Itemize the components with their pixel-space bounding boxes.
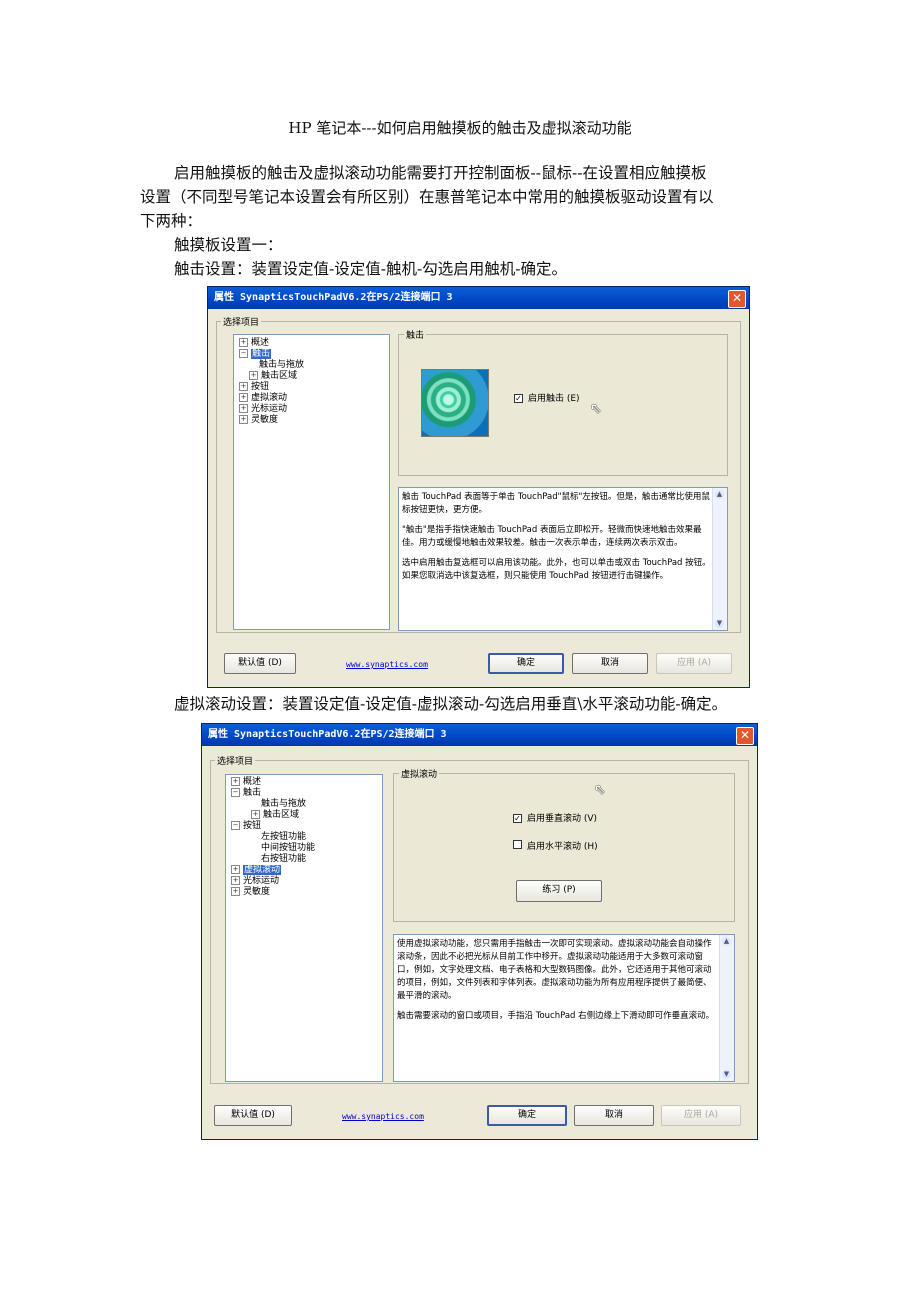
description-scrollbar[interactable]: ▲ ▼ — [712, 488, 727, 630]
ok-button[interactable]: 确定 — [488, 653, 564, 674]
tree-item-right-button[interactable]: 右按钮功能 — [261, 854, 306, 865]
expand-icon[interactable]: + — [251, 810, 260, 819]
collapse-icon[interactable]: − — [239, 349, 248, 358]
expand-icon[interactable]: + — [239, 338, 248, 347]
tree-item-middle-button[interactable]: 中间按钮功能 — [261, 843, 315, 854]
collapse-icon[interactable]: − — [231, 821, 240, 830]
document-title: HP 笔记本---如何启用触摸板的触击及虚拟滚动功能 — [288, 119, 632, 137]
synaptics-link[interactable]: www.synaptics.com — [342, 1112, 424, 1121]
expand-icon[interactable]: + — [231, 777, 240, 786]
intro-line-2: 设置（不同型号笔记本设置会有所区别）在惠普笔记本中常用的触摸板驱动设置有以 — [140, 188, 714, 206]
tap-setting-text: 触击设置：装置设定值-设定值-触机-勾选启用触机-确定。 — [174, 260, 567, 278]
tree-item-virtual-scroll[interactable]: + 虚拟滚动 — [231, 865, 282, 876]
mouse-cursor-icon: ⇖ — [594, 782, 606, 798]
desc-paragraph: "触击"是指手指快速触击 TouchPad 表面后立即松开。轻微而快速地触击效果… — [402, 525, 702, 548]
select-items-label: 选择项目 — [221, 315, 262, 328]
practice-button[interactable]: 练习 (P) — [516, 880, 602, 902]
scroll-down-icon[interactable]: ▼ — [722, 1070, 731, 1079]
tree-item-tap-zone[interactable]: + 触击区域 — [251, 810, 299, 821]
tree-item-buttons[interactable]: − 按钮 — [231, 821, 261, 832]
tree-item-tap[interactable]: − 触击 — [231, 788, 261, 799]
intro-line-3: 下两种： — [140, 212, 203, 230]
desc-paragraph: 使用虚拟滚动功能，您只需用手指触击一次即可实现滚动。虚拟滚动功能会自动操作滚动条… — [397, 939, 712, 1001]
scroll-down-icon[interactable]: ▼ — [715, 619, 724, 628]
touchpad-dialog-tap: 属性 SynapticsTouchPadV6.2在PS/2连接端口 3 ✕ 选择… — [207, 286, 750, 688]
cancel-button[interactable]: 取消 — [574, 1105, 654, 1126]
scroll-setting-text: 虚拟滚动设置：装置设定值-设定值-虚拟滚动-勾选启用垂直\水平滚动功能-确定。 — [174, 695, 728, 713]
default-button[interactable]: 默认值 (D) — [214, 1105, 292, 1126]
tree-item-tap-drag[interactable]: 触击与拖放 — [261, 799, 306, 810]
scroll-up-icon[interactable]: ▲ — [722, 937, 731, 946]
intro-line-1: 启用触摸板的触击及虚拟滚动功能需要打开控制面板--鼠标--在设置相应触摸板 — [174, 164, 707, 182]
enable-horizontal-scroll-checkbox[interactable]: 启用水平滚动 (H) — [513, 839, 598, 852]
enable-tap-checkbox[interactable]: ✓ 启用触击 (E) — [514, 391, 580, 404]
tree-item-pointer-motion[interactable]: + 光标运动 — [239, 404, 287, 415]
checkbox-check-icon[interactable]: ✓ — [513, 814, 522, 823]
desc-paragraph: 选中启用触击复选框可以启用该功能。此外，也可以单击或双击 TouchPad 按钮… — [402, 558, 711, 581]
setting-one-heading: 触摸板设置一： — [174, 236, 283, 254]
mouse-cursor-icon: ⇖ — [590, 401, 602, 417]
dialog-titlebar: 属性 SynapticsTouchPadV6.2在PS/2连接端口 3 — [208, 287, 749, 309]
tree-item-overview[interactable]: + 概述 — [231, 777, 261, 788]
intro-paragraph: 启用触摸板的触击及虚拟滚动功能需要打开控制面板--鼠标--在设置相应触摸板 设置… — [140, 161, 830, 233]
enable-vertical-scroll-checkbox[interactable]: ✓ 启用垂直滚动 (V) — [513, 811, 597, 824]
apply-button[interactable]: 应用 (A) — [656, 653, 732, 674]
expand-icon[interactable]: + — [239, 404, 248, 413]
tree-item-sensitivity[interactable]: + 灵敏度 — [239, 415, 278, 426]
cancel-button[interactable]: 取消 — [572, 653, 648, 674]
desc-paragraph: 触击 TouchPad 表面等于单击 TouchPad"鼠标"左按钮。但是，触击… — [402, 492, 710, 515]
tap-panel-title: 触击 — [404, 328, 427, 341]
settings-tree[interactable]: + 概述 − 触击 触击与拖放 + 触击区域 + 按钮 + 虚拟滚动 + 光标运动 + 灵敏度 — [233, 334, 390, 630]
expand-icon[interactable]: + — [239, 382, 248, 391]
close-icon[interactable]: ✕ — [736, 727, 754, 745]
tree-item-tap-drag[interactable]: 触击与拖放 — [259, 360, 304, 371]
scroll-panel-title: 虚拟滚动 — [399, 767, 440, 780]
synaptics-link[interactable]: www.synaptics.com — [346, 660, 428, 669]
expand-icon[interactable]: + — [231, 887, 240, 896]
expand-icon[interactable]: + — [249, 371, 258, 380]
tree-item-tap[interactable]: − 触击 — [239, 349, 272, 360]
ok-button[interactable]: 确定 — [487, 1105, 567, 1126]
expand-icon[interactable]: + — [239, 415, 248, 424]
default-button[interactable]: 默认值 (D) — [224, 653, 296, 674]
tree-item-overview[interactable]: + 概述 — [239, 338, 269, 349]
tree-item-tap-zone[interactable]: + 触击区域 — [249, 371, 297, 382]
collapse-icon[interactable]: − — [231, 788, 240, 797]
expand-icon[interactable]: + — [239, 393, 248, 402]
expand-icon[interactable]: + — [231, 876, 240, 885]
description-scrollbar[interactable]: ▲ ▼ — [719, 935, 734, 1081]
tree-item-buttons[interactable]: + 按钮 — [239, 382, 269, 393]
tree-item-left-button[interactable]: 左按钮功能 — [261, 832, 306, 843]
settings-tree[interactable]: + 概述 − 触击 触击与拖放 + 触击区域 − 按钮 左按钮功能 中间按钮功能 右按钮… — [225, 774, 383, 1082]
touchpad-image — [421, 369, 489, 437]
select-items-label: 选择项目 — [215, 754, 256, 767]
scroll-description-box[interactable]: 使用虚拟滚动功能，您只需用手指触击一次即可实现滚动。虚拟滚动功能会自动操作滚动条… — [393, 934, 735, 1082]
touchpad-dialog-scroll: 属性 SynapticsTouchPadV6.2在PS/2连接端口 3 ✕ 选择… — [201, 723, 758, 1140]
tree-item-sensitivity[interactable]: + 灵敏度 — [231, 887, 270, 898]
tree-item-virtual-scroll[interactable]: + 虚拟滚动 — [239, 393, 287, 404]
scroll-up-icon[interactable]: ▲ — [715, 490, 724, 499]
dialog-titlebar: 属性 SynapticsTouchPadV6.2在PS/2连接端口 3 — [202, 724, 757, 746]
apply-button[interactable]: 应用 (A) — [661, 1105, 741, 1126]
close-icon[interactable]: ✕ — [728, 290, 746, 308]
checkbox-check-icon[interactable]: ✓ — [514, 394, 523, 403]
tap-description-box[interactable]: 触击 TouchPad 表面等于单击 TouchPad"鼠标"左按钮。但是，触击… — [398, 487, 728, 631]
tree-item-pointer-motion[interactable]: + 光标运动 — [231, 876, 279, 887]
desc-paragraph: 触击需要滚动的窗口或项目，手指沿 TouchPad 右侧边缘上下滑动即可作垂直滚… — [397, 1011, 715, 1021]
expand-icon[interactable]: + — [231, 865, 240, 874]
